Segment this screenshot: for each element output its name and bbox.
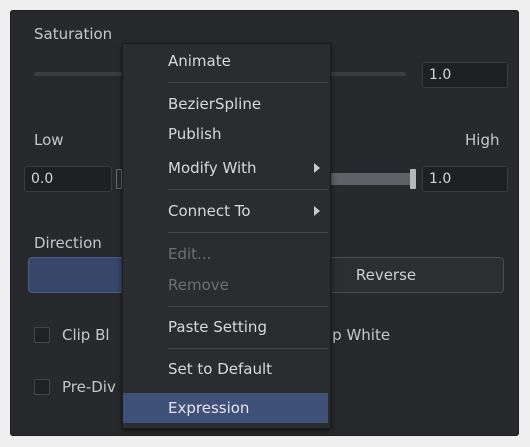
range-slider-fill[interactable]: [328, 173, 410, 185]
menu-item-label: Set to Default: [168, 360, 273, 378]
menu-item-bezierspline[interactable]: BezierSpline: [123, 89, 328, 119]
menu-separator: [168, 348, 328, 349]
menu-item-label: Edit...: [168, 245, 212, 263]
high-label: High: [465, 131, 500, 149]
menu-item-connect-to[interactable]: Connect To: [123, 196, 328, 226]
menu-item-paste-setting[interactable]: Paste Setting: [123, 312, 328, 342]
low-label: Low: [34, 131, 64, 149]
menu-item-remove: Remove: [123, 270, 328, 300]
clip-white-label: ip White: [328, 326, 391, 344]
menu-separator: [168, 306, 328, 307]
menu-item-label: Publish: [168, 125, 222, 143]
submenu-arrow-icon: [314, 163, 320, 173]
menu-item-expression[interactable]: Expression: [123, 393, 328, 423]
context-menu: Animate BezierSpline Publish Modify With…: [122, 43, 331, 429]
menu-separator: [168, 232, 328, 233]
pre-divide-label: Pre-Div: [62, 378, 116, 396]
menu-item-modify-with[interactable]: Modify With: [123, 153, 328, 183]
menu-separator: [168, 189, 328, 190]
saturation-value-field[interactable]: 1.0: [422, 62, 508, 88]
clip-black-label: Clip Bl: [62, 326, 110, 344]
menu-item-label: Paste Setting: [168, 318, 267, 336]
menu-item-label: Expression: [168, 399, 250, 417]
pre-divide-checkbox[interactable]: [34, 379, 50, 395]
menu-item-label: Remove: [168, 276, 229, 294]
menu-item-label: Connect To: [168, 202, 251, 220]
menu-item-label: Animate: [168, 52, 231, 70]
high-range-handle[interactable]: [410, 169, 416, 189]
menu-item-label: BezierSpline: [168, 95, 262, 113]
menu-item-publish[interactable]: Publish: [123, 119, 328, 149]
direction-reverse-label: Reverse: [355, 266, 417, 284]
menu-item-set-to-default[interactable]: Set to Default: [123, 354, 328, 384]
menu-item-edit: Edit...: [123, 239, 328, 269]
high-value-field[interactable]: 1.0: [422, 166, 508, 192]
menu-item-label: Modify With: [168, 159, 257, 177]
direction-label: Direction: [34, 234, 102, 252]
menu-separator: [168, 82, 328, 83]
clip-black-checkbox[interactable]: [34, 327, 50, 343]
submenu-arrow-icon: [314, 206, 320, 216]
menu-item-animate[interactable]: Animate: [123, 46, 328, 76]
saturation-label: Saturation: [34, 25, 113, 43]
low-value-field[interactable]: 0.0: [24, 166, 112, 192]
